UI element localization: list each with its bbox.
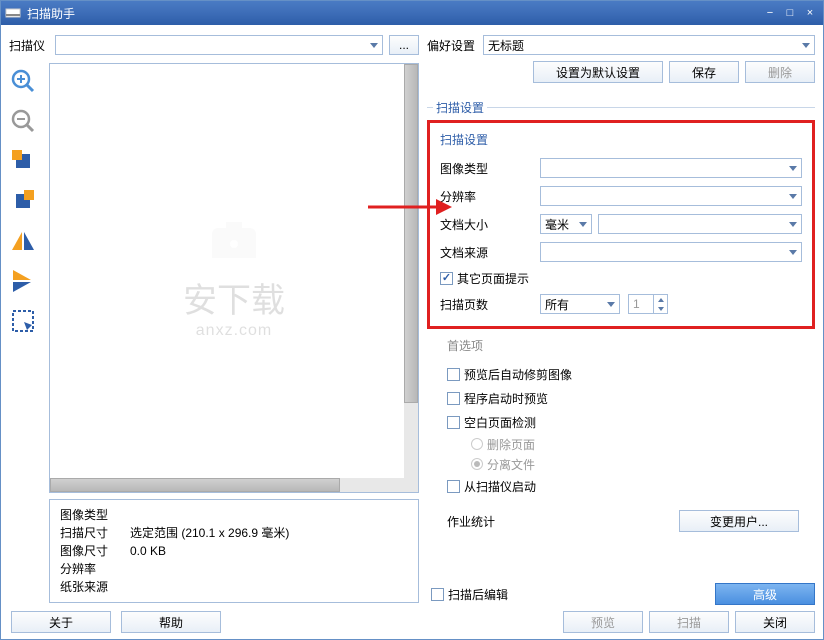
doc-source-select[interactable]	[540, 242, 802, 262]
about-button[interactable]: 关于	[11, 611, 111, 633]
scanner-browse-button[interactable]: ...	[389, 35, 419, 55]
resolution-select[interactable]	[540, 186, 802, 206]
advanced-button[interactable]: 高级	[715, 583, 815, 605]
window-title: 扫描助手	[27, 5, 761, 22]
maximize-button[interactable]: □	[781, 6, 799, 20]
image-type-select[interactable]	[540, 158, 802, 178]
close-app-button[interactable]: 关闭	[735, 611, 815, 633]
scan-settings-subtitle: 扫描设置	[440, 131, 802, 148]
marquee-select-icon[interactable]	[9, 307, 37, 335]
zoom-out-icon[interactable]	[9, 107, 37, 135]
doc-size-select[interactable]	[598, 214, 802, 234]
spinner-down-icon[interactable]	[654, 304, 667, 313]
start-from-scanner-checkbox[interactable]	[447, 480, 460, 493]
scan-pages-spinner[interactable]: 1	[628, 294, 668, 314]
preview-button[interactable]: 预览	[563, 611, 643, 633]
zoom-in-icon[interactable]	[9, 67, 37, 95]
preference-label: 偏好设置	[427, 37, 477, 54]
other-page-prompt-checkbox[interactable]	[440, 272, 453, 285]
doc-size-unit-select[interactable]: 毫米	[540, 214, 592, 234]
info-panel: 图像类型 扫描尺寸选定范围 (210.1 x 296.9 毫米) 图像尺寸0.0…	[49, 499, 419, 603]
trim-after-preview-checkbox[interactable]	[447, 368, 460, 381]
scanner-select[interactable]	[55, 35, 383, 55]
close-button[interactable]: ×	[801, 6, 819, 20]
delete-page-radio	[471, 438, 483, 450]
job-stats-label: 作业统计	[447, 513, 495, 530]
scrollbar-vertical[interactable]	[404, 64, 418, 478]
change-user-button[interactable]: 变更用户...	[679, 510, 799, 532]
arrow-annotation	[368, 195, 452, 222]
minimize-button[interactable]: −	[761, 6, 779, 20]
help-button[interactable]: 帮助	[121, 611, 221, 633]
scrollbar-horizontal[interactable]	[50, 478, 404, 492]
scan-pages-mode-select[interactable]: 所有	[540, 294, 620, 314]
flip-vertical-icon[interactable]	[9, 267, 37, 295]
highlighted-scan-settings: 扫描设置 图像类型 分辨率 文档大小 毫米 文档	[427, 120, 815, 329]
rotate-left-icon[interactable]	[9, 147, 37, 175]
scan-settings-title: 扫描设置	[433, 99, 487, 116]
preview-on-start-checkbox[interactable]	[447, 392, 460, 405]
save-preference-button[interactable]: 保存	[669, 61, 739, 83]
rotate-right-icon[interactable]	[9, 187, 37, 215]
edit-after-scan-checkbox[interactable]	[431, 588, 444, 601]
preview-canvas[interactable]: 安下载 anxz.com	[49, 63, 419, 493]
preference-select[interactable]: 无标题	[483, 35, 815, 55]
spinner-up-icon[interactable]	[654, 295, 667, 304]
split-file-radio	[471, 458, 483, 470]
scanner-label: 扫描仪	[9, 37, 49, 54]
set-default-button[interactable]: 设置为默认设置	[533, 61, 663, 83]
options-title: 首选项	[447, 339, 483, 353]
flip-horizontal-icon[interactable]	[9, 227, 37, 255]
scan-button[interactable]: 扫描	[649, 611, 729, 633]
watermark: 安下载 anxz.com	[183, 216, 285, 340]
titlebar: 扫描助手 − □ ×	[1, 1, 823, 25]
app-icon	[5, 5, 21, 21]
blank-page-detect-checkbox[interactable]	[447, 416, 460, 429]
delete-preference-button[interactable]: 删除	[745, 61, 815, 83]
